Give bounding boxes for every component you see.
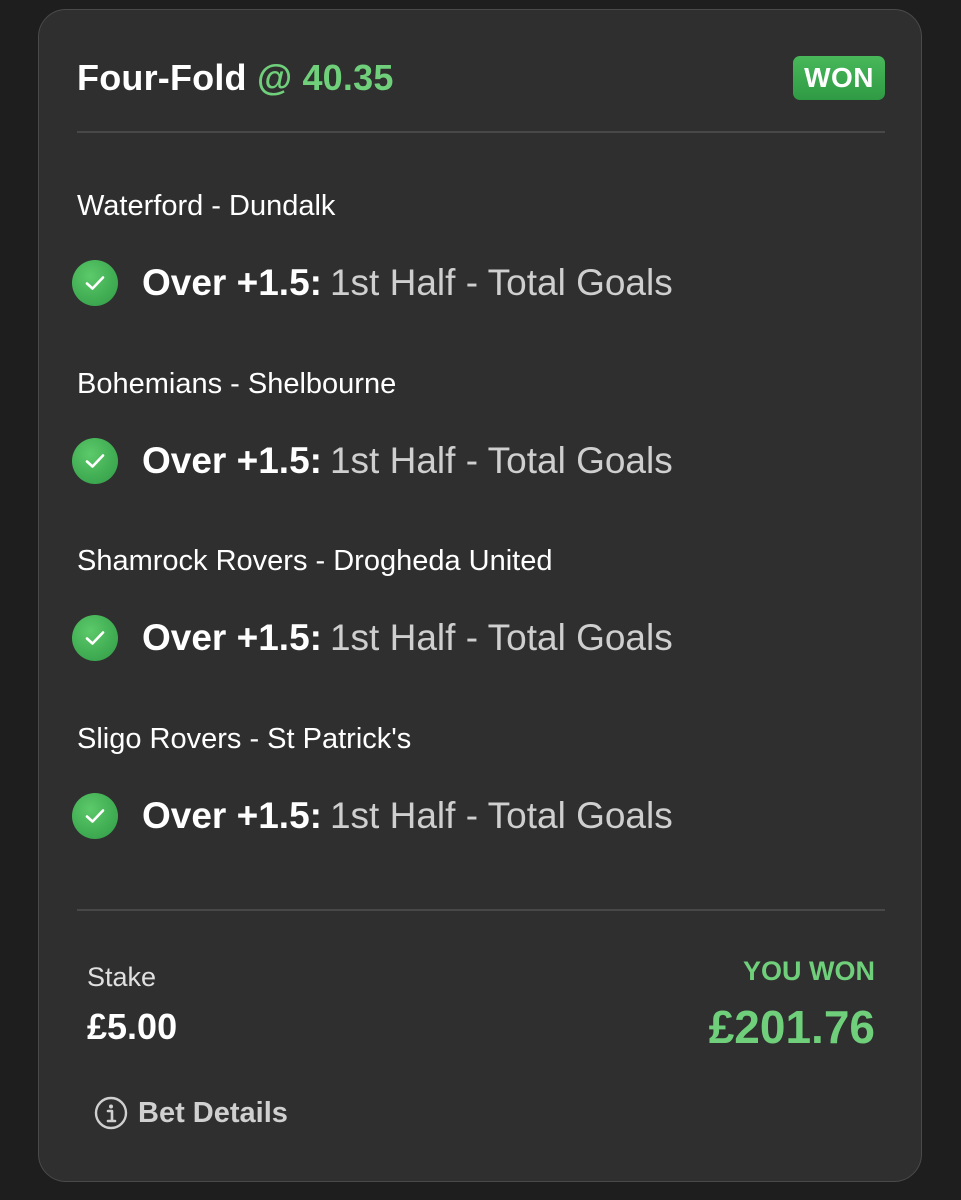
- selection-label: Over +1.5:: [142, 262, 322, 303]
- bet-type: Four-Fold: [77, 57, 247, 98]
- selection-label: Over +1.5:: [142, 617, 322, 658]
- market-label: 1st Half - Total Goals: [329, 262, 673, 303]
- check-circle-icon: [72, 260, 118, 306]
- bet-leg: Shamrock Rovers - Drogheda United Over +…: [72, 541, 885, 719]
- bet-legs: Waterford - Dundalk Over +1.5: 1st Half …: [72, 186, 885, 897]
- info-icon: [94, 1096, 128, 1130]
- bet-details-label: Bet Details: [138, 1096, 288, 1129]
- check-circle-icon: [72, 437, 118, 484]
- bet-leg: Bohemians - Shelbourne Over +1.5: 1st Ha…: [72, 364, 885, 542]
- status-badge: WON: [793, 56, 885, 100]
- bet-leg: Waterford - Dundalk Over +1.5: 1st Half …: [72, 186, 885, 364]
- bet-leg: Sligo Rovers - St Patrick's Over +1.5: 1…: [72, 719, 885, 897]
- footer-divider: [77, 909, 885, 911]
- match-name: Bohemians - Shelbourne: [77, 367, 397, 400]
- check-circle-icon: [72, 792, 118, 839]
- stake-label: Stake: [87, 962, 157, 992]
- leg-selection: Over +1.5: 1st Half - Total Goals: [72, 437, 885, 484]
- bet-header: Four-Fold @ 40.35 WON: [77, 48, 885, 108]
- selection-label: Over +1.5:: [142, 794, 322, 836]
- market-label: 1st Half - Total Goals: [329, 439, 673, 481]
- winnings-label: YOU WON: [743, 956, 875, 986]
- match-name: Shamrock Rovers - Drogheda United: [77, 545, 553, 577]
- bet-title: Four-Fold @ 40.35: [77, 57, 394, 99]
- leg-selection: Over +1.5: 1st Half - Total Goals: [72, 615, 885, 661]
- market-label: 1st Half - Total Goals: [329, 617, 673, 658]
- bet-details-link[interactable]: Bet Details: [94, 1096, 288, 1130]
- leg-selection: Over +1.5: 1st Half - Total Goals: [72, 260, 885, 306]
- stake-value: £5.00: [87, 1006, 178, 1047]
- check-circle-icon: [72, 615, 118, 661]
- winnings-value: £201.76: [708, 1001, 875, 1053]
- market-label: 1st Half - Total Goals: [329, 794, 673, 836]
- leg-selection: Over +1.5: 1st Half - Total Goals: [72, 792, 885, 839]
- selection-label: Over +1.5:: [142, 439, 322, 481]
- bet-odds: @ 40.35: [256, 57, 394, 98]
- bet-card: Four-Fold @ 40.35 WON Waterford - Dundal…: [38, 9, 922, 1182]
- match-name: Waterford - Dundalk: [77, 190, 336, 222]
- header-divider: [77, 131, 885, 133]
- match-name: Sligo Rovers - St Patrick's: [77, 722, 412, 755]
